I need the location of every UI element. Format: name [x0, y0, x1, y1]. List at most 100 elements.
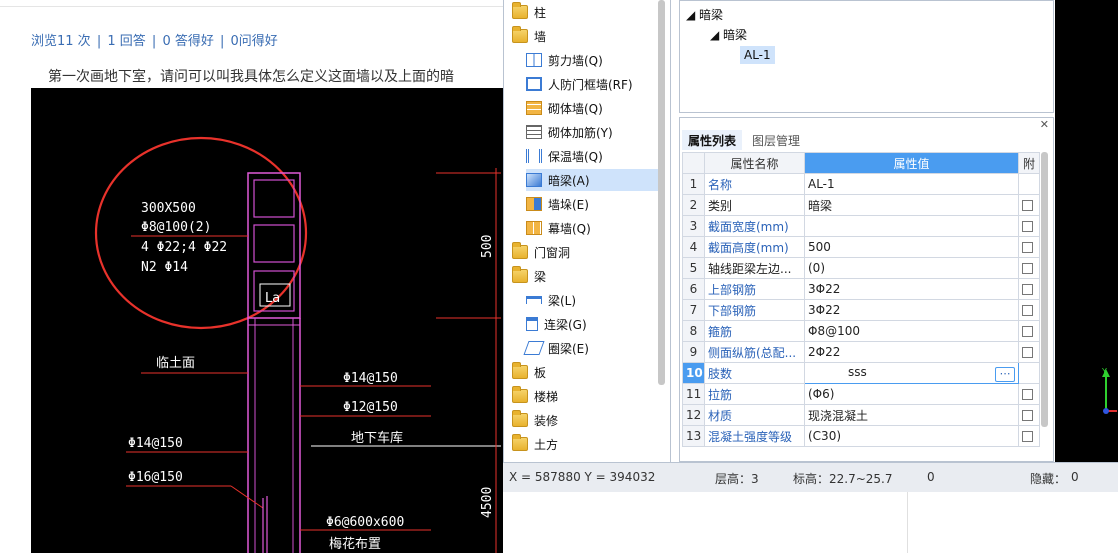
tree-item-folder[interactable]: 装修 — [512, 409, 558, 431]
row-number: 6 — [682, 278, 705, 300]
attach-checkbox[interactable] — [1022, 242, 1033, 253]
tab-property-list[interactable]: 属性列表 — [682, 130, 743, 150]
property-scrollbar[interactable] — [1041, 152, 1048, 427]
attach-checkbox[interactable] — [1022, 326, 1033, 337]
attach-checkbox[interactable] — [1022, 305, 1033, 316]
tab-layer-management[interactable]: 图层管理 — [746, 130, 806, 150]
tree-item-ring-beam[interactable]: 圈梁(E) — [523, 337, 589, 359]
property-value-text[interactable]: sss — [848, 365, 867, 379]
property-value-text[interactable]: 3Φ22 — [808, 282, 840, 296]
property-row[interactable]: 3 截面宽度(mm) — [682, 215, 1040, 237]
property-value-text[interactable]: (C30) — [808, 429, 841, 443]
property-value[interactable]: 500 — [804, 236, 1019, 258]
cad-rebar-3: Φ14@150 — [128, 436, 183, 451]
property-row[interactable]: 1 名称 AL-1 — [682, 173, 1040, 195]
tree-item-label: 保温墙(Q) — [548, 149, 603, 164]
folder-icon — [512, 242, 528, 259]
tree-item-shear-wall[interactable]: 剪力墙(Q) — [526, 49, 603, 71]
property-row[interactable]: 11 拉筋 (Φ6) — [682, 383, 1040, 405]
door-frame-wall-icon — [526, 77, 542, 91]
property-value-text[interactable]: (0) — [808, 261, 825, 275]
ellipsis-button[interactable]: ⋯ — [995, 366, 1015, 382]
property-row[interactable]: 5 轴线距梁左边... (0) — [682, 257, 1040, 279]
property-value[interactable]: ⋯ sss — [804, 362, 1019, 384]
rtree-item-al1[interactable]: AL-1 — [740, 46, 775, 64]
property-row[interactable]: 8 箍筋 Φ8@100 — [682, 320, 1040, 342]
property-value-text[interactable]: AL-1 — [808, 177, 835, 191]
property-value[interactable]: 2Φ22 — [804, 341, 1019, 363]
attach-checkbox[interactable] — [1022, 347, 1033, 358]
property-value-text[interactable]: 现浇混凝土 — [808, 409, 868, 423]
property-value-text[interactable]: Φ8@100 — [808, 324, 860, 338]
property-value-text[interactable]: 2Φ22 — [808, 345, 840, 359]
attach-checkbox[interactable] — [1022, 410, 1033, 421]
tree-item-coupling-beam[interactable]: 连梁(G) — [526, 313, 587, 335]
attach-checkbox[interactable] — [1022, 431, 1033, 442]
tree-item-hidden-beam[interactable]: 暗梁(A) — [526, 169, 659, 191]
tree-item-label: 圈梁(E) — [548, 341, 589, 356]
tree-item-masonry-wall[interactable]: 砌体墙(Q) — [526, 97, 603, 119]
attach-cell — [1018, 194, 1040, 216]
property-value-text[interactable]: (Φ6) — [808, 387, 834, 401]
stat-views: 浏览11 次 — [31, 34, 91, 49]
property-value[interactable] — [804, 215, 1019, 237]
stat-sep: | — [219, 34, 225, 49]
attach-cell — [1018, 404, 1040, 426]
hidden-beam-icon — [526, 173, 542, 187]
tree-item-folder[interactable]: 土方 — [512, 433, 558, 455]
property-row[interactable]: 7 下部钢筋 3Φ22 — [682, 299, 1040, 321]
stat-answers[interactable]: 1 回答 — [107, 34, 145, 49]
tree-scrollbar[interactable] — [658, 0, 665, 385]
tree-item-folder[interactable]: 柱 — [512, 1, 546, 23]
property-value[interactable]: 3Φ22 — [804, 299, 1019, 321]
property-name: 材质 — [704, 404, 805, 426]
property-grid: 属性名称 属性值 附 1 名称 AL-1 2 类别 暗梁 3 截面宽度(mm) 4 截面高度(mm… — [682, 152, 1040, 447]
property-value-text[interactable]: 3Φ22 — [808, 303, 840, 317]
property-value-text[interactable]: 暗梁 — [808, 199, 832, 213]
tree-item-folder-open[interactable]: 梁 — [512, 265, 546, 287]
tree-item-beam[interactable]: 梁(L) — [526, 289, 576, 311]
property-row[interactable]: 9 侧面纵筋(总配... 2Φ22 — [682, 341, 1040, 363]
tree-item-masonry-rebar[interactable]: 砌体加筋(Y) — [526, 121, 613, 143]
tree-item-folder[interactable]: 门窗洞 — [512, 241, 570, 263]
property-value[interactable]: (0) — [804, 257, 1019, 279]
property-value[interactable]: 现浇混凝土 — [804, 404, 1019, 426]
coupling-beam-icon — [526, 317, 538, 331]
property-value[interactable]: AL-1 — [804, 173, 1019, 195]
attach-checkbox[interactable] — [1022, 389, 1033, 400]
property-value-text[interactable]: 500 — [808, 240, 831, 254]
attach-checkbox[interactable] — [1022, 200, 1033, 211]
property-row[interactable]: 12 材质 现浇混凝土 — [682, 404, 1040, 426]
rtree-root[interactable]: ◢ 暗梁 — [686, 6, 723, 23]
attach-checkbox[interactable] — [1022, 284, 1033, 295]
attach-cell — [1018, 320, 1040, 342]
property-row[interactable]: 4 截面高度(mm) 500 — [682, 236, 1040, 258]
stat-sep: | — [96, 34, 102, 49]
tree-item-folder[interactable]: 板 — [512, 361, 546, 383]
close-icon[interactable]: ✕ — [1040, 118, 1049, 131]
svg-text:Y: Y — [1101, 367, 1107, 376]
property-value[interactable]: (C30) — [804, 425, 1019, 447]
tree-item-insulation-wall[interactable]: 保温墙(Q) — [526, 145, 603, 167]
property-value[interactable]: 3Φ22 — [804, 278, 1019, 300]
property-value[interactable]: (Φ6) — [804, 383, 1019, 405]
tree-item-door-frame-wall[interactable]: 人防门框墙(RF) — [526, 73, 633, 95]
tree-item-wall-pier[interactable]: 墙垛(E) — [526, 193, 589, 215]
status-bar: X = 587880 Y = 394032 层高：3 标高：22.7~25.7 … — [503, 462, 1118, 492]
tree-item-folder-open[interactable]: 墙 — [512, 25, 546, 47]
property-row[interactable]: 2 类别 暗梁 — [682, 194, 1040, 216]
tree-item-folder[interactable]: 楼梯 — [512, 385, 558, 407]
property-row[interactable]: 6 上部钢筋 3Φ22 — [682, 278, 1040, 300]
attach-checkbox[interactable] — [1022, 221, 1033, 232]
attach-checkbox[interactable] — [1022, 263, 1033, 274]
property-value[interactable]: Φ8@100 — [804, 320, 1019, 342]
component-tree-panel: 柱墙剪力墙(Q) 人防门框墙(RF) 砌体墙(Q) 砌体加筋(Y) 保温墙(Q) 暗梁(A… — [503, 0, 671, 462]
rtree-child[interactable]: ◢ 暗梁 — [710, 26, 747, 43]
tree-item-curtain-wall[interactable]: 幕墙(Q) — [526, 217, 591, 239]
property-row[interactable]: 10 肢数 ⋯ sss — [682, 362, 1040, 384]
property-panel: ✕ 属性列表 图层管理 属性名称 属性值 附 1 名称 AL-1 2 类别 暗梁 3 截面宽度… — [679, 117, 1054, 462]
drawing-canvas-edge[interactable]: Y — [1055, 0, 1118, 462]
property-value[interactable]: 暗梁 — [804, 194, 1019, 216]
folder-open-icon — [512, 266, 528, 283]
property-row[interactable]: 13 混凝土强度等级 (C30) — [682, 425, 1040, 447]
